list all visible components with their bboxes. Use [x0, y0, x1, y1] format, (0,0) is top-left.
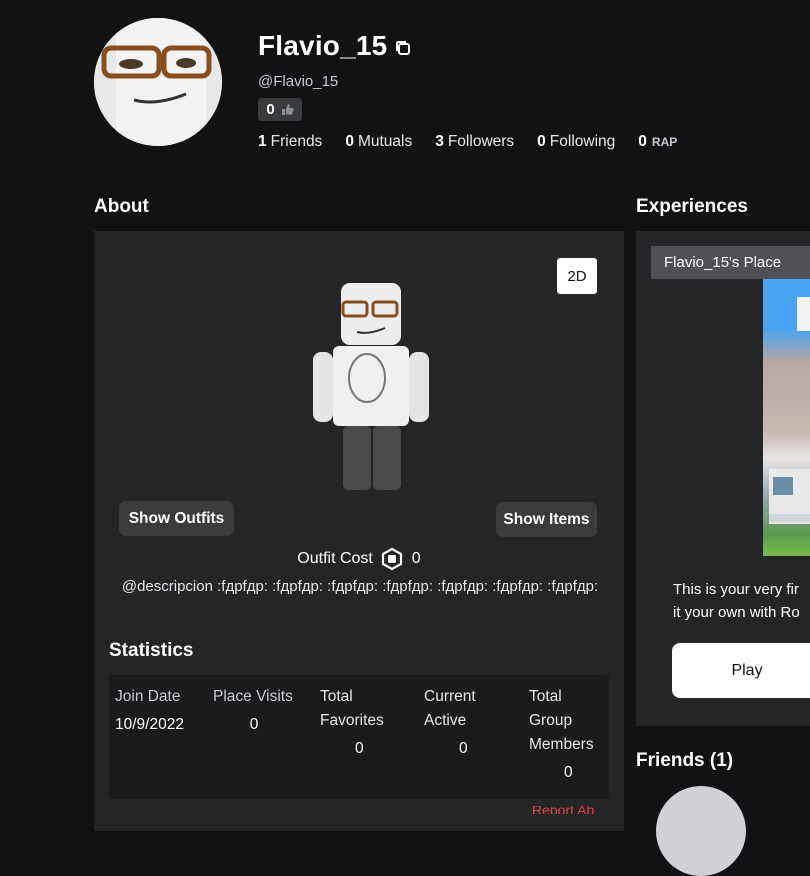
outfit-cost-value: 0 — [411, 550, 421, 567]
avatar-headshot-image — [94, 18, 222, 146]
profile-stats-row: 1 Friends 0 Mutuals 3 Followers 0 Following … — [258, 133, 677, 151]
experience-description: This is your very fir it your own with R… — [673, 581, 800, 621]
outfit-cost: Outfit Cost 0 — [94, 548, 624, 570]
thumbs-up-icon — [281, 104, 294, 115]
experience-thumbnail-art — [769, 297, 810, 524]
stat-place-visits: Place Visits 0 — [213, 688, 293, 733]
stat-mutuals[interactable]: 0 Mutuals — [345, 133, 412, 151]
like-count: 0 — [266, 101, 275, 118]
about-title: About — [94, 196, 149, 217]
display-name: Flavio_15 — [258, 30, 388, 61]
toggle-2d-button[interactable]: 2D — [557, 258, 597, 294]
profile-avatar — [94, 18, 222, 146]
like-badge[interactable]: 0 — [258, 98, 302, 121]
avatar-3d-figure — [313, 283, 429, 490]
experience-thumbnail[interactable] — [763, 279, 810, 556]
stat-rap: 0 RAP — [638, 133, 678, 150]
experiences-title: Experiences — [636, 196, 748, 217]
stat-followers[interactable]: 3 Followers — [435, 133, 514, 151]
outfit-cost-label: Outfit Cost — [297, 550, 373, 567]
stat-total-favorites: Total Favorites 0 — [320, 688, 384, 757]
statistics-title: Statistics — [109, 640, 194, 661]
stat-current-active: Current Active 0 — [424, 688, 476, 757]
profile-description: @descripcion :fдpfдp: :fдpfдp: :fдpfдp: … — [121, 578, 599, 595]
stat-following[interactable]: 0 Following — [537, 133, 615, 151]
show-items-button[interactable]: Show Items — [496, 502, 597, 537]
play-button[interactable]: Play — [672, 643, 810, 698]
stat-join-date: Join Date 10/9/2022 — [115, 688, 184, 733]
username-handle: @Flavio_15 — [258, 73, 339, 90]
copy-icon[interactable] — [394, 39, 412, 57]
stat-friends[interactable]: 1 Friends — [258, 133, 322, 151]
experience-name: Flavio_15's Place — [651, 246, 810, 279]
show-outfits-button[interactable]: Show Outfits — [119, 501, 234, 536]
report-abuse-link[interactable]: Report Ab — [532, 806, 602, 814]
robux-icon — [382, 548, 403, 570]
stat-group-members: Total Group Members 0 — [529, 688, 594, 781]
friend-avatar[interactable] — [656, 786, 746, 876]
friends-title: Friends (1) — [636, 750, 734, 771]
